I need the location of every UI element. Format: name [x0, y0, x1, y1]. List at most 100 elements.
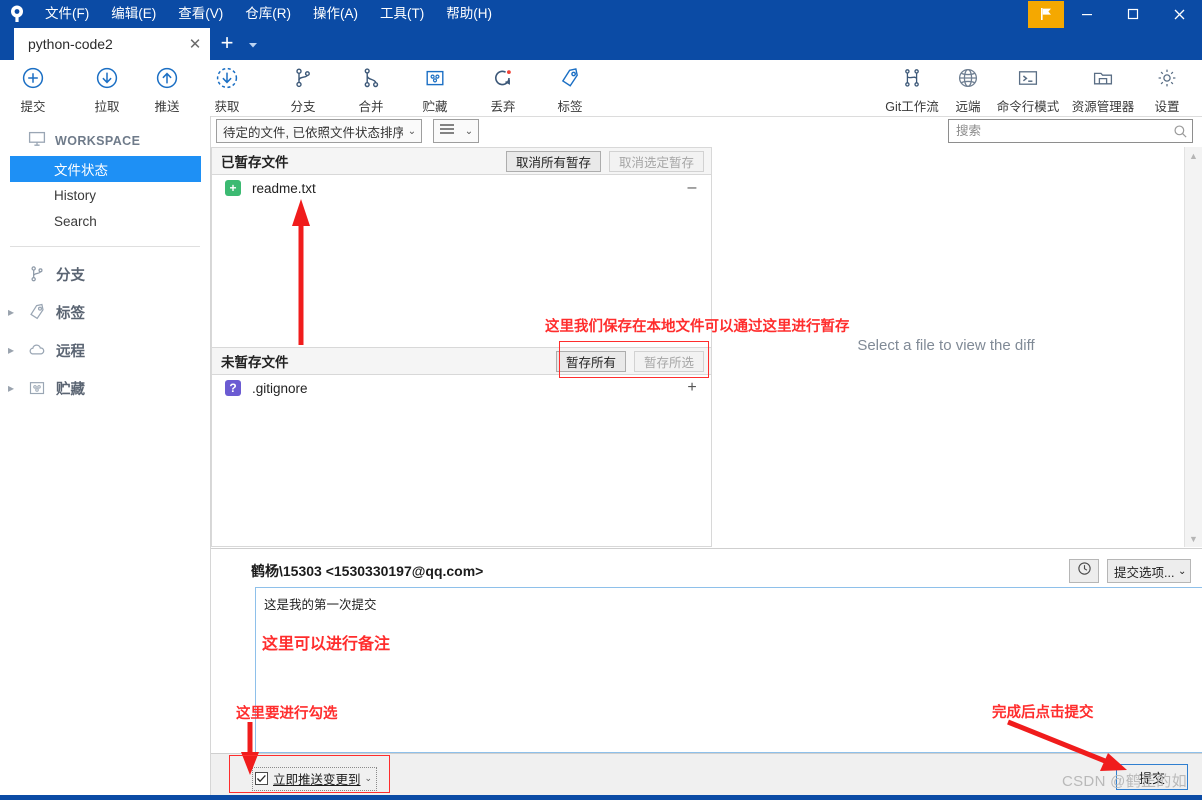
toolbar-label: 推送 [154, 100, 180, 114]
sidebar-item-label: History [54, 187, 97, 203]
close-button[interactable] [1156, 0, 1202, 28]
toolbar-button-explorer[interactable]: 资源管理器 [1062, 65, 1144, 115]
checkbox-box[interactable] [255, 772, 268, 785]
chevron-right-icon[interactable]: ▸ [0, 381, 22, 395]
diff-scrollbar[interactable]: ▲ ▼ [1184, 147, 1202, 547]
stage-selected-button: 暂存所选 [633, 350, 704, 372]
toolbar-button-terminal[interactable]: 命令行模式 [987, 65, 1069, 115]
commit-submit-button[interactable]: 提交 [1116, 764, 1188, 790]
commit-message-text[interactable]: 这是我的第一次提交 [256, 588, 1202, 613]
gear-icon [1155, 65, 1179, 91]
sidebar-group-branches[interactable]: 分支 [0, 255, 210, 293]
menu-item-tools[interactable]: 工具(T) [369, 0, 435, 28]
commit-message-box[interactable]: 这是我的第一次提交 [255, 587, 1202, 753]
center-bottom-divider [211, 546, 712, 547]
toolbar-button-merge[interactable]: 合并 [338, 65, 404, 115]
unstage-file-button[interactable]: – [681, 177, 703, 199]
discard-refresh-icon [491, 65, 515, 91]
diff-panel: Select a file to view the diff ▲ ▼ [712, 147, 1202, 547]
cloud-icon [22, 340, 52, 360]
staged-files-list[interactable]: + readme.txt – [211, 175, 711, 347]
toolbar-button-push[interactable]: 推送 [134, 65, 200, 115]
maximize-button[interactable] [1110, 0, 1156, 28]
unstaged-file-row[interactable]: ? .gitignore + [211, 375, 711, 401]
scroll-up-icon[interactable]: ▲ [1185, 147, 1202, 164]
check-icon [256, 774, 266, 783]
menu-item-actions[interactable]: 操作(A) [302, 0, 369, 28]
file-sort-value: 待定的文件, 已依照文件状态排序 [223, 125, 403, 140]
commit-history-button[interactable] [1069, 559, 1099, 583]
commit-options-button[interactable]: 提交选项... ⌄ [1107, 559, 1191, 583]
tag-icon [558, 65, 582, 91]
flag-button[interactable] [1028, 0, 1064, 28]
view-mode-button[interactable]: ⌄ [433, 119, 479, 143]
filter-bar: 待定的文件, 已依照文件状态排序 ⌄ ⌄ [211, 117, 711, 147]
menu-item-view[interactable]: 查看(V) [167, 0, 234, 28]
chevron-down-icon[interactable]: ⌄ [365, 773, 373, 784]
workspace-header: WORKSPACE [0, 126, 210, 156]
menu-item-help[interactable]: 帮助(H) [435, 0, 503, 28]
chevron-right-icon[interactable]: ▸ [0, 305, 22, 319]
stage-all-button[interactable]: 暂存所有 [555, 350, 626, 372]
chevron-down-icon: ⌄ [1178, 565, 1187, 577]
fetch-dashed-down-arrow-icon [215, 65, 239, 91]
sidebar-group-tags[interactable]: ▸ 标签 [0, 293, 210, 331]
sidebar-item-file-status[interactable]: 文件状态 [10, 156, 201, 182]
sidebar-group-stashes[interactable]: ▸ 贮藏 [0, 369, 210, 407]
main-toolbar: 提交 拉取 推送 获取 分支 合并 贮藏 丢弃 标签 Git工作流 远端 命令行… [0, 60, 1202, 117]
sourcetree-window: 文件(F) 编辑(E) 查看(V) 仓库(R) 操作(A) 工具(T) 帮助(H… [0, 0, 1202, 800]
workspace-label: WORKSPACE [55, 134, 141, 148]
toolbar-label: 获取 [214, 100, 240, 114]
search-box[interactable] [948, 119, 1193, 143]
minimize-button[interactable] [1064, 0, 1110, 28]
sidebar-divider [10, 246, 200, 247]
file-name: .gitignore [252, 380, 308, 396]
toolbar-button-settings[interactable]: 设置 [1134, 65, 1200, 115]
toolbar-button-tag[interactable]: 标签 [537, 65, 603, 115]
scroll-down-icon[interactable]: ▼ [1185, 530, 1202, 547]
unstage-all-button[interactable]: 取消所有暂存 [505, 150, 601, 172]
toolbar-label: 丢弃 [490, 100, 516, 114]
search-icon[interactable] [1168, 124, 1192, 139]
menu-item-edit[interactable]: 编辑(E) [100, 0, 167, 28]
minimize-icon [1082, 14, 1092, 16]
tab-dropdown-icon[interactable] [245, 38, 261, 52]
sidebar-item-label: 文件状态 [54, 163, 108, 178]
stage-file-button[interactable]: + [681, 377, 703, 399]
toolbar-label: 贮藏 [422, 100, 448, 114]
toolbar-label: 标签 [557, 100, 583, 114]
menu-item-file[interactable]: 文件(F) [34, 0, 100, 28]
push-changes-label: 立即推送变更到 [273, 773, 361, 787]
sidebar-group-remotes[interactable]: ▸ 远程 [0, 331, 210, 369]
toolbar-button-stash[interactable]: 贮藏 [402, 65, 468, 115]
app-logo-icon [0, 0, 34, 28]
toolbar-label: Git工作流 [885, 100, 939, 114]
toolbar-button-branch[interactable]: 分支 [270, 65, 336, 115]
sidebar-item-history[interactable]: History [0, 182, 210, 208]
toolbar-label: 提交 [20, 100, 46, 114]
push-changes-checkbox[interactable]: 立即推送变更到 ⌄ [252, 767, 378, 791]
menu-item-repository[interactable]: 仓库(R) [234, 0, 302, 28]
file-sort-select[interactable]: 待定的文件, 已依照文件状态排序 ⌄ [216, 119, 422, 143]
tab-close-icon[interactable]: ✕ [180, 28, 210, 60]
center-left-divider [211, 147, 212, 547]
tab-python-code2[interactable]: python-code2 ✕ [14, 28, 210, 60]
toolbar-button-fetch[interactable]: 获取 [194, 65, 260, 115]
toolbar-label: 命令行模式 [996, 100, 1060, 114]
chevron-right-icon[interactable]: ▸ [0, 343, 22, 357]
sidebar-item-search[interactable]: Search [0, 208, 210, 234]
toolbar-button-pull[interactable]: 拉取 [74, 65, 140, 115]
new-tab-button[interactable]: + [216, 32, 238, 56]
sidebar-item-label: Search [54, 213, 97, 229]
toolbar-button-commit[interactable]: 提交 [0, 65, 66, 115]
commit-author: 鹤杨\15303 <1530330197@qq.com> [251, 563, 484, 579]
clock-icon [1077, 561, 1092, 581]
unstaged-files-list[interactable]: ? .gitignore + [211, 375, 711, 547]
staged-file-row[interactable]: + readme.txt – [211, 175, 711, 201]
toolbar-button-discard[interactable]: 丢弃 [470, 65, 536, 115]
merge-icon [359, 65, 383, 91]
search-input[interactable] [949, 123, 1168, 139]
sidebar-group-label: 远程 [56, 343, 85, 360]
commit-panel: 鹤杨\15303 <1530330197@qq.com> 提交选项... ⌄ 这… [211, 548, 1202, 800]
menu-bar[interactable]: 文件(F) 编辑(E) 查看(V) 仓库(R) 操作(A) 工具(T) 帮助(H… [34, 0, 503, 28]
